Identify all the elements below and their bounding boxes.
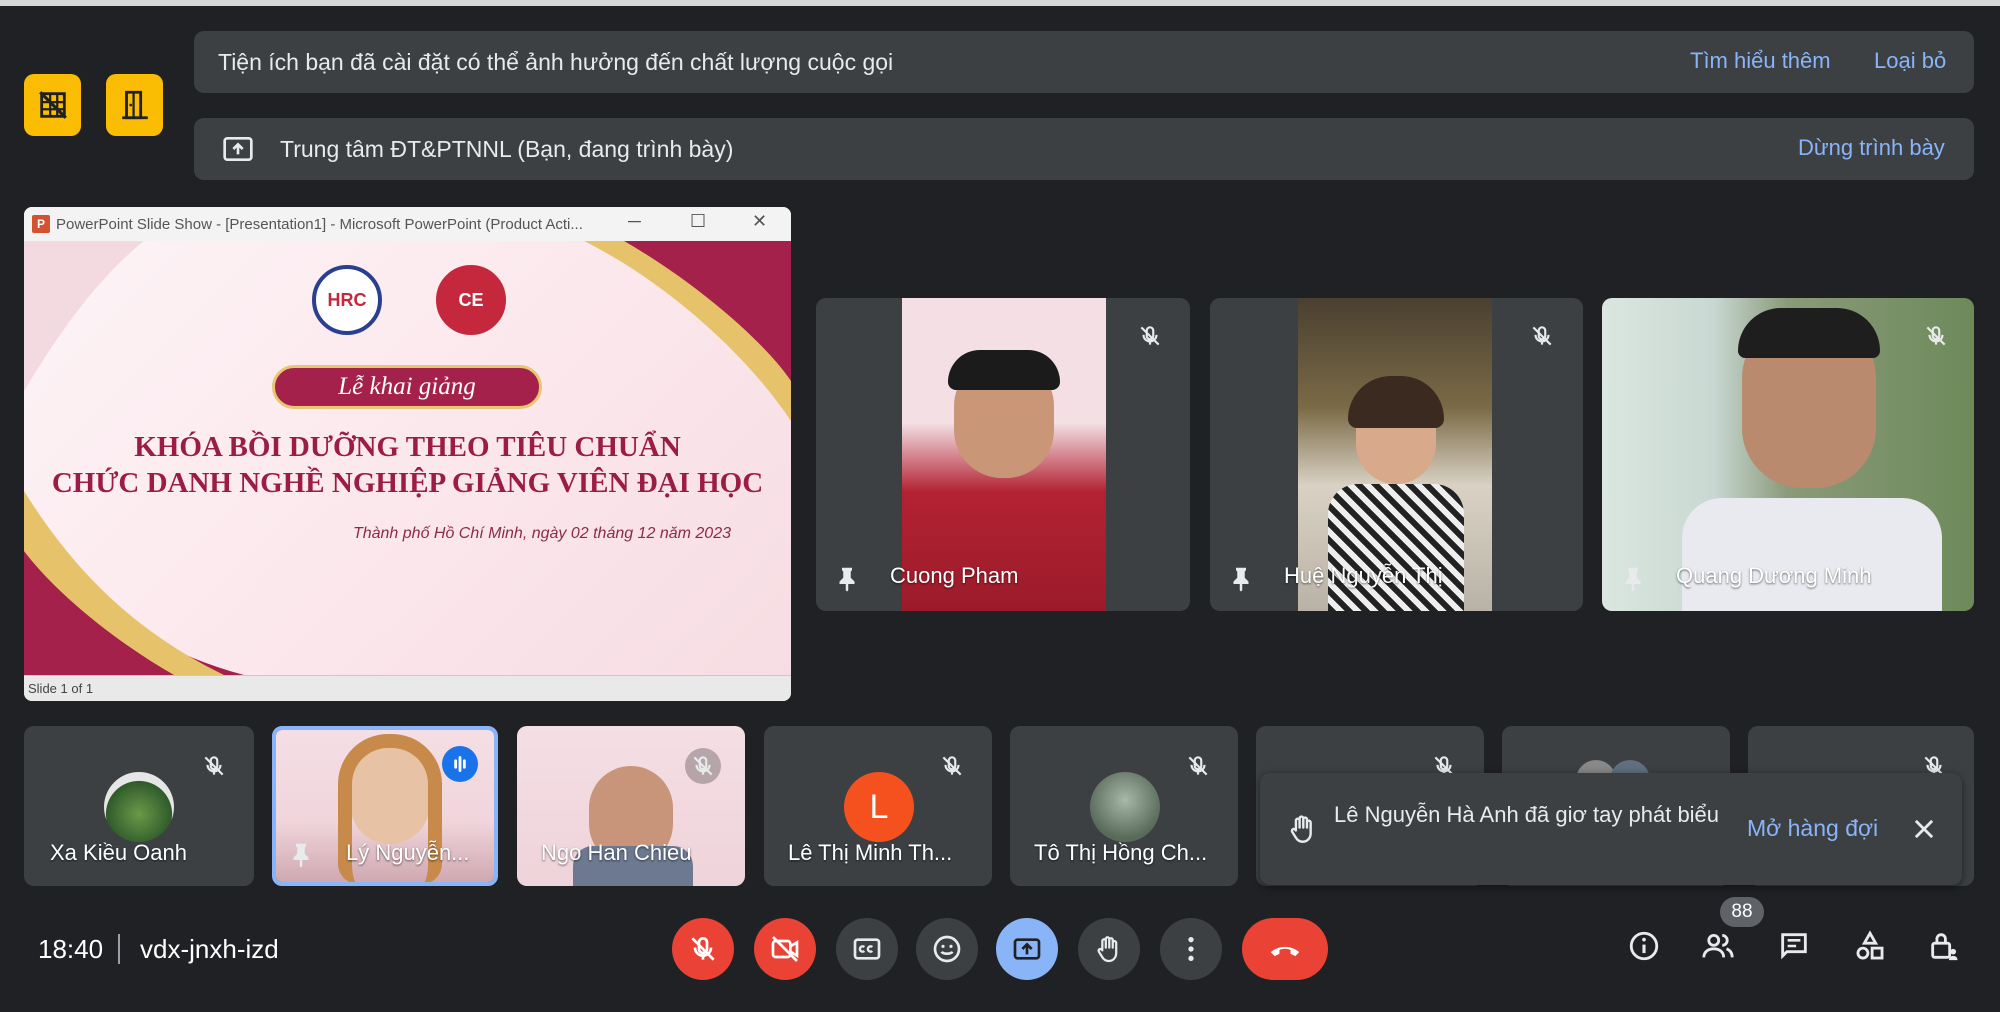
host-controls-button[interactable] — [1924, 926, 1964, 966]
ce-logo: CE — [436, 265, 506, 335]
participant-tile[interactable]: Tô Thị Hồng Ch... — [1010, 726, 1238, 886]
slide-canvas: HRC CE Lễ khai giảng KHÓA BỒI DƯỠNG THEO… — [24, 241, 791, 675]
leave-room-button[interactable] — [106, 74, 163, 136]
participant-name: Ngo Han Chieu — [541, 840, 692, 865]
divider — [118, 934, 120, 964]
mic-toggle-button[interactable] — [672, 918, 734, 980]
more-options-button[interactable] — [1160, 918, 1222, 980]
presentation-tile[interactable]: P PowerPoint Slide Show - [Presentation1… — [24, 207, 791, 701]
participant-tile[interactable]: Cuong Pham — [816, 298, 1190, 611]
slide-title-line2: CHỨC DANH NGHỀ NGHIỆP GIẢNG VIÊN ĐẠI HỌC — [51, 467, 764, 499]
participant-name: Cuong Pham — [890, 563, 1019, 588]
addon-warning-banner: Tiện ích bạn đã cài đặt có thể ảnh hưởng… — [194, 31, 1974, 93]
maximize-icon[interactable]: ☐ — [690, 211, 706, 232]
close-icon[interactable] — [1910, 815, 1938, 843]
learn-more-link[interactable]: Tìm hiểu thêm — [1690, 48, 1831, 74]
window-title: PowerPoint Slide Show - [Presentation1] … — [56, 215, 583, 233]
pin-icon[interactable] — [1618, 564, 1648, 594]
slide-counter: Slide 1 of 1 — [28, 681, 94, 696]
presenting-text: Trung tâm ĐT&PTNNL (Bạn, đang trình bày) — [280, 135, 734, 162]
mic-off-icon — [196, 748, 232, 784]
powerpoint-icon: P — [32, 215, 50, 233]
activities-icon — [1856, 930, 1884, 960]
leave-call-button[interactable] — [1242, 918, 1328, 980]
activities-button[interactable] — [1850, 926, 1890, 966]
info-icon — [1629, 931, 1659, 961]
participant-name: Huệ Nguyễn Thị — [1284, 563, 1443, 588]
participant-tile[interactable]: Xa Kiều Oanh — [24, 726, 254, 886]
opening-ceremony-ribbon: Lễ khai giảng — [272, 365, 542, 409]
meet-window: Tiện ích bạn đã cài đặt có thể ảnh hưởng… — [0, 0, 2000, 1012]
pin-icon[interactable] — [286, 840, 316, 870]
participant-count-badge: 88 — [1720, 897, 1764, 927]
raise-hand-button[interactable] — [1078, 918, 1140, 980]
participant-tile[interactable]: Quang Dương Minh — [1602, 298, 1974, 611]
chat-button[interactable] — [1774, 926, 1814, 966]
presenting-banner: Trung tâm ĐT&PTNNL (Bạn, đang trình bày)… — [194, 118, 1974, 180]
reactions-button[interactable] — [916, 918, 978, 980]
chat-icon — [1781, 933, 1807, 960]
grid-off-icon — [38, 91, 67, 119]
mic-off-icon — [934, 748, 970, 784]
participant-name: Lê Thị Minh Th... — [788, 840, 953, 865]
mic-off-icon — [1132, 318, 1168, 354]
slide-statusbar: Slide 1 of 1 — [24, 675, 791, 701]
participant-tile-speaking[interactable]: Lý Nguyễn... — [272, 726, 498, 886]
pin-icon[interactable] — [1226, 564, 1256, 594]
meeting-details-button[interactable] — [1624, 926, 1664, 966]
stop-presenting-link[interactable]: Dừng trình bày — [1798, 135, 1945, 161]
avatar — [104, 772, 174, 842]
present-screen-icon — [223, 137, 253, 161]
hang-up-icon — [1270, 946, 1300, 957]
raised-hand-icon — [1290, 815, 1312, 843]
more-vert-icon — [1188, 937, 1194, 961]
dismiss-link[interactable]: Loại bỏ — [1874, 48, 1946, 74]
slide-title-line1: KHÓA BỒI DƯỠNG THEO TIÊU CHUẨN — [134, 431, 681, 463]
minimize-icon[interactable]: ─ — [628, 211, 641, 232]
emoji-icon — [933, 935, 961, 963]
participant-tile[interactable]: Ngo Han Chieu — [517, 726, 745, 886]
lock-person-icon — [1931, 933, 1958, 961]
notification-text: Lê Nguyễn Hà Anh đã giơ tay phát biểu — [1334, 802, 1720, 827]
door-icon — [121, 90, 148, 120]
slide-date: Thành phố Hồ Chí Minh, ngày 02 tháng 12 … — [352, 525, 731, 542]
meeting-code: vdx-jnxh-izd — [140, 934, 279, 964]
people-button[interactable] — [1698, 926, 1738, 966]
close-window-icon[interactable]: ✕ — [752, 211, 767, 232]
participant-name: Tô Thị Hồng Ch... — [1034, 840, 1208, 865]
present-button[interactable] — [996, 918, 1058, 980]
avatar: L — [844, 772, 914, 842]
mic-off-icon — [1524, 318, 1560, 354]
captions-icon — [853, 938, 881, 960]
meeting-time: 18:40 — [38, 934, 104, 964]
participant-tile[interactable]: Huệ Nguyễn Thị — [1210, 298, 1583, 611]
hrc-logo: HRC — [312, 265, 382, 335]
participant-name: Xa Kiều Oanh — [50, 840, 187, 865]
people-icon — [1702, 933, 1734, 958]
powerpoint-titlebar: P PowerPoint Slide Show - [Presentation1… — [24, 207, 791, 241]
speaking-indicator-icon — [442, 746, 478, 782]
grid-off-button[interactable] — [24, 74, 81, 136]
hand-raise-notification: Lê Nguyễn Hà Anh đã giơ tay phát biểu Mở… — [1260, 773, 1962, 885]
camera-toggle-button[interactable] — [754, 918, 816, 980]
mic-off-icon — [1180, 748, 1216, 784]
raised-hand-icon — [1097, 936, 1118, 963]
participant-name: Quang Dương Minh — [1676, 563, 1872, 588]
open-queue-link[interactable]: Mở hàng đợi — [1747, 815, 1878, 842]
present-screen-icon — [1013, 938, 1041, 960]
mic-off-icon — [685, 748, 721, 784]
pin-icon[interactable] — [832, 564, 862, 594]
participant-tile[interactable]: L Lê Thị Minh Th... — [764, 726, 992, 886]
top-edge — [0, 0, 2000, 6]
camera-off-icon — [771, 936, 799, 962]
captions-button[interactable] — [836, 918, 898, 980]
avatar — [1090, 772, 1160, 842]
addon-warning-text: Tiện ích bạn đã cài đặt có thể ảnh hưởng… — [218, 48, 894, 75]
mic-off-icon — [691, 936, 715, 961]
mic-off-icon — [1918, 318, 1954, 354]
participant-name: Lý Nguyễn... — [346, 840, 470, 865]
